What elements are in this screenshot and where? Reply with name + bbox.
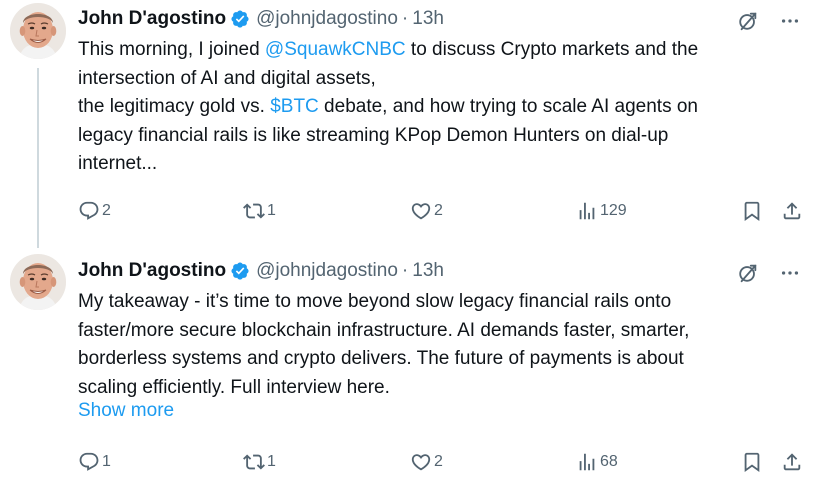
bookmark-icon [744,201,760,222]
views-count: 129 [600,202,627,219]
separator: · [401,8,409,29]
text-line: internet... [78,153,158,174]
repost-count: 1 [267,202,276,219]
repost-count: 1 [267,453,276,470]
text-segment: to discuss Crypto markets and the [405,39,699,60]
text-segment: debate, and how trying to scale AI agent… [318,96,698,117]
repost-button[interactable]: 1 [243,198,276,224]
verified-badge-icon [230,9,250,29]
author-name[interactable]: John D'agostino [78,8,226,30]
text-line: borderless systems and crypto delivers. … [78,348,684,369]
reply-count: 2 [102,202,111,219]
tweet-text: My takeaway - it’s time to move beyond s… [78,288,798,402]
text-segment: This morning, I joined [78,39,265,60]
reply-count: 1 [102,453,111,470]
repost-button[interactable]: 1 [243,449,276,475]
tweet[interactable]: John D'agostino @johnjdagostino · 13h My… [0,248,825,484]
reply-button[interactable]: 2 [78,198,111,224]
share-button[interactable] [781,449,805,475]
views-button[interactable]: 129 [576,198,627,224]
grok-icon[interactable] [737,262,759,284]
repost-icon [243,454,265,470]
tweet-header: John D'agostino @johnjdagostino · 13h [78,258,444,284]
avatar[interactable] [10,3,66,59]
tweet-top-actions [737,10,801,32]
text-line: My takeaway - it’s time to move beyond s… [78,291,672,312]
bookmark-button[interactable] [741,198,765,224]
like-icon [411,454,431,471]
tweet-top-actions [737,262,801,284]
like-icon [411,203,431,220]
views-count: 68 [600,453,618,470]
like-button[interactable]: 2 [410,198,443,224]
more-icon[interactable] [779,262,801,284]
reply-icon [79,201,99,220]
views-button[interactable]: 68 [576,449,618,475]
show-more-link[interactable]: Show more [78,400,174,422]
more-icon[interactable] [779,10,801,32]
mention-link[interactable]: @SquawkCNBC [265,39,406,60]
share-button[interactable] [781,198,805,224]
bookmark-icon [744,452,760,473]
author-handle[interactable]: @johnjdagostino [256,260,398,282]
avatar[interactable] [10,254,66,310]
verified-badge-icon [230,261,250,281]
repost-icon [243,203,265,219]
tweet-actions: 2 1 2 129 [0,198,825,224]
tweet-text: This morning, I joined @SquawkCNBC to di… [78,36,798,179]
views-icon [579,453,595,471]
text-line: intersection of AI and digital assets, [78,67,376,89]
like-count: 2 [434,453,443,470]
like-count: 2 [434,202,443,219]
tweet[interactable]: John D'agostino @johnjdagostino · 13h Th… [0,0,825,248]
reply-button[interactable]: 1 [78,449,111,475]
share-icon [783,453,801,471]
share-icon [783,202,801,220]
author-handle[interactable]: @johnjdagostino [256,8,398,30]
tweet-header: John D'agostino @johnjdagostino · 13h [78,6,444,32]
text-line: scaling efficiently. Full interview here… [78,376,390,398]
bookmark-button[interactable] [741,449,765,475]
separator: · [401,260,409,281]
views-icon [579,202,595,220]
text-line: faster/more secure blockchain infrastruc… [78,319,690,341]
cashtag-link[interactable]: $BTC [270,96,319,117]
text-segment: the legitimacy gold vs. [78,96,271,117]
reply-icon [79,452,99,471]
text-line: legacy financial rails is like streaming… [78,124,669,146]
author-name[interactable]: John D'agostino [78,260,226,282]
timestamp[interactable]: 13h [412,260,444,282]
tweet-actions: 1 1 2 68 [0,449,825,475]
grok-icon[interactable] [737,10,759,32]
like-button[interactable]: 2 [410,449,443,475]
timestamp[interactable]: 13h [412,8,444,30]
